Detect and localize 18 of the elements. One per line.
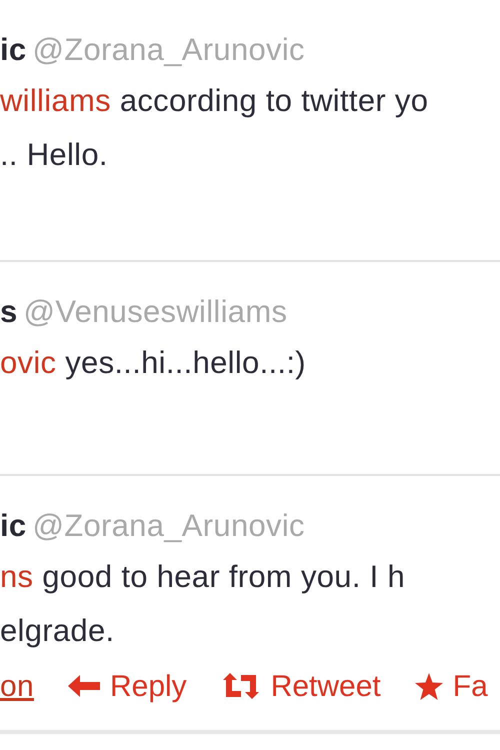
tweet-text: williams according to twitter yo xyxy=(0,82,428,120)
mention-link[interactable]: ovic xyxy=(0,345,56,380)
tweet-text: ovic yes...hi...hello...:) xyxy=(0,344,306,382)
tweet-text: elgrade. xyxy=(0,612,114,650)
tweet-text: .. Hello. xyxy=(0,136,108,174)
mention-link[interactable]: ns xyxy=(0,559,34,594)
expand-link[interactable]: on xyxy=(0,664,34,709)
user-name[interactable]: s xyxy=(0,294,18,329)
retweet-icon xyxy=(220,673,261,700)
star-icon xyxy=(414,672,443,700)
tweet-text: ns good to hear from you. I h xyxy=(0,558,406,596)
mention-link[interactable]: williams xyxy=(0,83,111,118)
reply-icon xyxy=(68,675,100,698)
reply-button[interactable]: Reply xyxy=(68,664,187,709)
user-name[interactable]: ic xyxy=(0,32,26,67)
user-name[interactable]: ic xyxy=(0,508,26,543)
favorite-button[interactable]: Fa xyxy=(414,664,488,709)
retweet-button[interactable]: Retweet xyxy=(220,664,381,709)
